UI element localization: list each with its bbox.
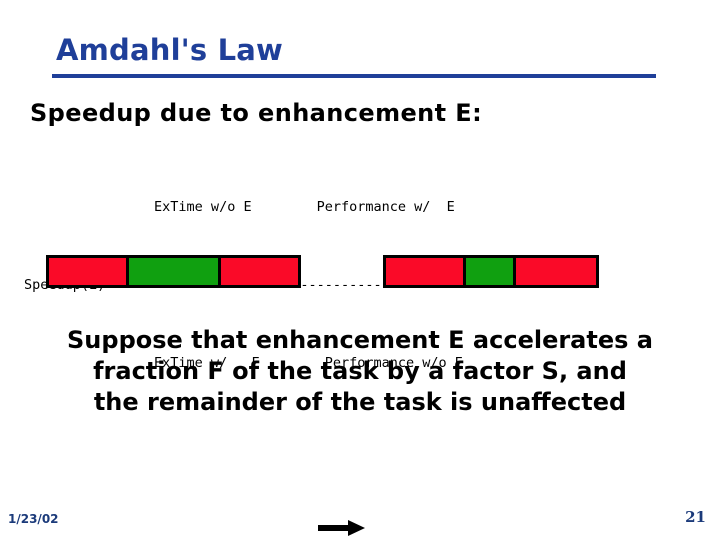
body-line: the remainder of the task is unaffected xyxy=(93,388,627,416)
timeline-diagram xyxy=(0,255,720,536)
arrow-shaft xyxy=(318,525,350,531)
before-segment-enhanceable xyxy=(125,258,218,285)
before-segment-unaffected-right xyxy=(217,258,298,285)
arrow-head xyxy=(348,520,365,536)
formula-numerator-row: ExTime w/o E Performance w/ E xyxy=(24,199,455,215)
subheading: Speedup due to enhancement E: xyxy=(30,99,483,127)
before-enhancement-timeline xyxy=(46,255,301,288)
body-paragraph: Suppose that enhancement E accelerates a… xyxy=(30,325,690,418)
after-enhancement-timeline xyxy=(383,255,599,288)
title-underline-rule xyxy=(52,74,656,78)
footer-date: 1/23/02 xyxy=(8,512,59,526)
after-segment-enhanced xyxy=(463,258,513,285)
after-segment-unaffected-left xyxy=(386,258,464,285)
transformation-arrow-icon xyxy=(318,520,366,536)
page-title: Amdahl's Law xyxy=(56,33,284,67)
body-line: Suppose that enhancement E accelerates a xyxy=(67,326,653,354)
body-line: fraction F of the task by a factor S, an… xyxy=(93,357,627,385)
footer-page-number: 21 xyxy=(685,508,706,526)
slide-canvas: Amdahl's Law Speedup due to enhancement … xyxy=(0,0,720,540)
after-segment-unaffected-right xyxy=(512,258,596,285)
before-segment-unaffected-left xyxy=(49,258,126,285)
